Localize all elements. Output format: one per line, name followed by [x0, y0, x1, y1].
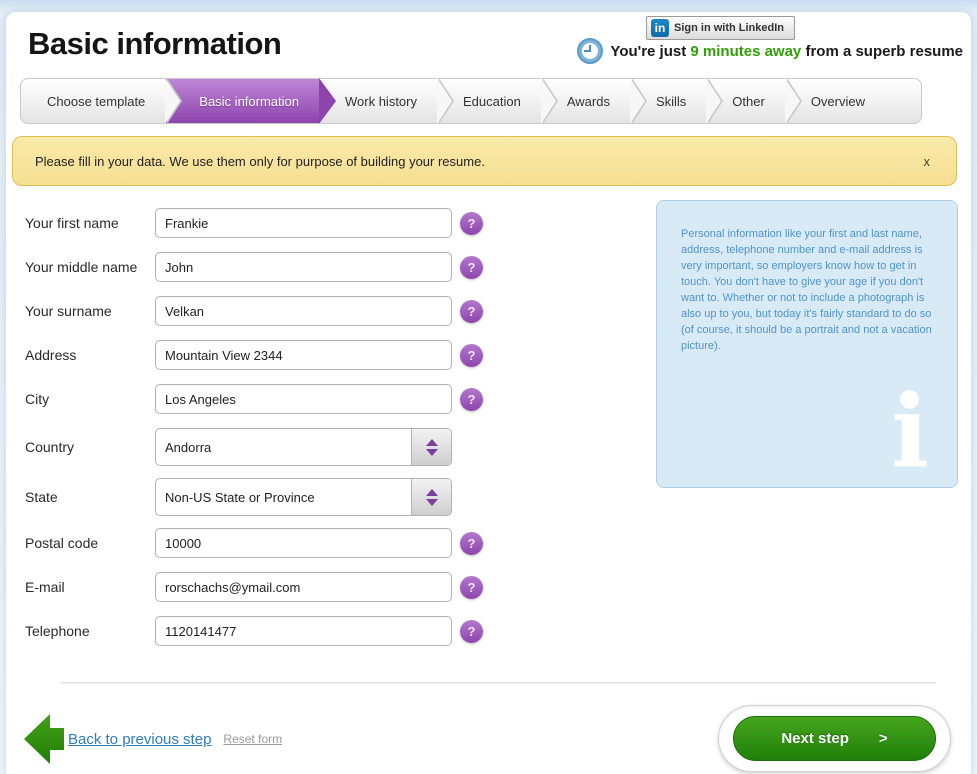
email-label: E-mail — [25, 579, 65, 595]
tagline-text: You're just 9 minutes away from a superb… — [610, 42, 963, 60]
form-row: Address ? — [25, 340, 505, 370]
country-label: Country — [25, 439, 75, 455]
minutes-highlight: 9 minutes away — [690, 42, 802, 60]
linkedin-signin-button[interactable]: in Sign in with LinkedIn — [646, 16, 795, 40]
main-panel: Basic information in Sign in with Linked… — [6, 12, 971, 774]
state-selected-value: Non-US State or Province — [165, 489, 315, 505]
help-icon[interactable]: ? — [460, 211, 483, 235]
back-to-previous-step-link[interactable]: Back to previous step — [68, 731, 211, 748]
chevron-up-icon — [425, 438, 438, 446]
address-label: Address — [25, 347, 77, 363]
back-arrow-icon — [24, 714, 64, 764]
first-name-field[interactable] — [155, 208, 452, 238]
country-select[interactable]: Andorra — [155, 428, 452, 466]
surname-label: Your surname — [25, 303, 112, 319]
telephone-label: Telephone — [25, 623, 90, 639]
page-title: Basic information — [28, 26, 282, 61]
telephone-field[interactable] — [155, 616, 452, 646]
chevron-up-icon — [425, 488, 438, 496]
info-icon: i — [891, 372, 929, 490]
footer-divider — [61, 682, 936, 683]
postal-code-field[interactable] — [155, 528, 452, 558]
back-navigation: Back to previous step Reset form — [24, 712, 282, 766]
linkedin-icon: in — [651, 19, 669, 37]
spinner-button[interactable] — [411, 479, 451, 515]
info-panel-text: Personal information like your first and… — [681, 228, 932, 352]
reset-form-link[interactable]: Reset form — [223, 732, 282, 746]
info-panel: Personal information like your first and… — [656, 200, 958, 488]
next-step-button-face: Next step > — [733, 716, 936, 761]
chevron-down-icon — [425, 498, 438, 506]
form-row: Your first name ? — [25, 208, 505, 238]
form-row: Country Andorra — [25, 428, 505, 466]
email-field[interactable] — [155, 572, 452, 602]
notice-text: Please fill in your data. We use them on… — [35, 153, 485, 169]
step-work-history[interactable]: Work history — [319, 79, 437, 123]
form-row: City ? — [25, 384, 505, 414]
state-select[interactable]: Non-US State or Province — [155, 478, 452, 516]
clock-icon — [577, 38, 604, 64]
form-row: Postal code ? — [25, 528, 505, 558]
postal-code-label: Postal code — [25, 535, 99, 551]
first-name-label: Your first name — [25, 215, 119, 231]
form-row: Your surname ? — [25, 296, 505, 326]
city-field[interactable] — [155, 384, 452, 414]
help-icon[interactable]: ? — [460, 255, 483, 279]
surname-field[interactable] — [155, 296, 452, 326]
chevron-down-icon — [425, 448, 438, 456]
city-label: City — [25, 391, 50, 407]
help-icon[interactable]: ? — [460, 531, 483, 555]
form-row: State Non-US State or Province — [25, 478, 505, 516]
address-field[interactable] — [155, 340, 452, 370]
step-choose-template[interactable]: Choose template — [21, 79, 165, 123]
country-selected-value: Andorra — [165, 439, 212, 455]
help-icon[interactable]: ? — [460, 343, 483, 367]
linkedin-signin-label: Sign in with LinkedIn — [674, 22, 784, 34]
spinner-button[interactable] — [411, 429, 451, 465]
state-label: State — [25, 489, 58, 505]
help-icon[interactable]: ? — [460, 575, 483, 599]
notice-bar: Please fill in your data. We use them on… — [12, 136, 957, 186]
help-icon[interactable]: ? — [460, 619, 483, 643]
next-step-label: Next step — [781, 730, 849, 747]
basic-info-form: Your first name ? Your middle name ? You… — [25, 208, 505, 660]
step-basic-information[interactable]: Basic information — [165, 79, 319, 123]
middle-name-field[interactable] — [155, 252, 452, 282]
middle-name-label: Your middle name — [25, 259, 138, 275]
form-row: Telephone ? — [25, 616, 505, 646]
form-row: Your middle name ? — [25, 252, 505, 282]
help-icon[interactable]: ? — [460, 387, 483, 411]
next-arrow-icon: > — [878, 730, 888, 747]
time-tagline: You're just 9 minutes away from a superb… — [577, 38, 963, 64]
close-icon[interactable]: x — [920, 150, 935, 173]
next-step-button[interactable]: Next step > — [718, 705, 951, 772]
step-navigation: Choose template Basic information Work h… — [20, 78, 922, 124]
form-row: E-mail ? — [25, 572, 505, 602]
help-icon[interactable]: ? — [460, 299, 483, 323]
